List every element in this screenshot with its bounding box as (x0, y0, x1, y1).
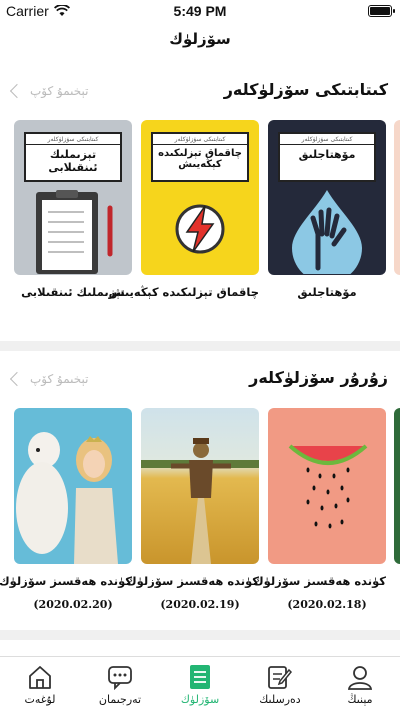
section-divider (0, 341, 400, 351)
battery-icon (368, 5, 395, 17)
pencil-paper-icon (268, 666, 293, 689)
tab-label: دەرسلىك (259, 693, 301, 706)
section-divider (0, 630, 400, 640)
card-title: كۈندە ھەقسىز سۆزلۈك (0, 574, 132, 588)
book-cover: كىتابتىكى سۆزلۈكلەر تېزىملىك ئىنقىلابى (14, 120, 132, 275)
home-icon (29, 666, 51, 689)
book-title: مۆھتاجلىق (297, 285, 357, 299)
tab-lessons[interactable]: دەرسلىك (240, 663, 320, 706)
card-date: (2020.02.20) (33, 598, 113, 611)
chevron-left-icon (9, 83, 25, 99)
tab-bar: مېنىڭ دەرسلىك سۆزلۈك تەرجىمان لۇغەت (0, 656, 400, 710)
tab-label: مېنىڭ (347, 693, 373, 706)
section-title: كىتابتىكى سۆزلۈكلەر (223, 80, 388, 99)
clipboard-checklist-illustration (36, 190, 113, 274)
tab-translator[interactable]: تەرجىمان (80, 663, 160, 706)
tab-vocabulary[interactable]: سۆزلۈك (160, 663, 240, 706)
book-card[interactable]: كىتابتىكى سۆزلۈكلەر چاقماق تېزلىكىدە كېڭ… (108, 120, 259, 299)
book-card[interactable]: كىتابتىكى سۆزلۈكلەر تېزىملىك ئىنقىلابى ت… (14, 120, 132, 299)
cover-header: كىتابتىكى سۆزلۈكلەر مۆھتاجلىق (278, 132, 376, 182)
card-title: كۈندە ھەقسىز سۆزلۈك (253, 574, 386, 588)
tab-label: تەرجىمان (98, 693, 142, 706)
chat-bubble-icon (108, 666, 132, 690)
cover-header: كىتابتىكى سۆزلۈكلەر تېزىملىك ئىنقىلابى (24, 132, 122, 182)
person-icon (347, 666, 373, 690)
book-cover: كىتابتىكى سۆزلۈكلەر چاقماق تېزلىكىدە كېڭ… (141, 120, 259, 275)
daily-vocab-card[interactable]: كۈندە ھەقسىز سۆزلۈك (2020.02.18) (253, 408, 386, 611)
daily-vocab-card[interactable]: كۈندە ھەقسىز سۆزلۈك (2020.02.19) (126, 408, 259, 611)
status-bar: Carrier 5:49 PM (0, 0, 400, 22)
more-link[interactable]: تېخىمۇ كۆپ (9, 371, 89, 387)
book-title: تېزىملىك ئىنقىلابى (21, 285, 125, 299)
card-date: (2020.02.19) (160, 598, 240, 611)
tab-label: سۆزلۈك (180, 693, 220, 706)
more-label: تېخىمۇ كۆپ (30, 84, 89, 98)
cover-header: كىتابتىكى سۆزلۈكلەر چاقماق تېزلىكىدە كېڭ… (151, 132, 249, 182)
chevron-left-icon (9, 371, 25, 387)
watermelon-photo (268, 408, 386, 564)
tab-mine[interactable]: مېنىڭ (320, 663, 400, 706)
book-cover-partial[interactable] (394, 120, 400, 275)
tab-label: لۇغەت (24, 693, 56, 706)
photo-partial[interactable] (394, 408, 400, 564)
girl-poodle-photo (14, 408, 132, 564)
more-link[interactable]: تېخىمۇ كۆپ (9, 83, 89, 99)
page-title: سۆزلۈك (169, 30, 231, 48)
water-drop-hand-illustration (292, 190, 362, 274)
tab-dictionary[interactable]: لۇغەت (0, 663, 80, 706)
book-cover: كىتابتىكى سۆزلۈكلەر مۆھتاجلىق (268, 120, 386, 275)
scarecrow-photo (141, 408, 259, 564)
card-title: كۈندە ھەقسىز سۆزلۈك (126, 574, 259, 588)
lightning-icon (175, 204, 225, 254)
section-title: زۇرۇر سۆزلۈكلەر (249, 368, 388, 387)
essential-vocab-section: زۇرۇر سۆزلۈكلەر تېخىمۇ كۆپ كۈندە ھەقسىز … (0, 366, 400, 611)
daily-vocab-card[interactable]: كۈندە ھەقسىز سۆزلۈك (2020.02.20) (0, 408, 132, 611)
book-vocab-section: كىتابتىكى سۆزلۈكلەر تېخىمۇ كۆپ كىتابتىكى… (0, 78, 400, 299)
status-time: 5:49 PM (173, 3, 227, 19)
card-date: (2020.02.18) (287, 598, 367, 611)
book-title: چاقماق تېزلىكىدە كېڭەيىش (108, 285, 259, 299)
book-card[interactable]: كىتابتىكى سۆزلۈكلەر مۆھتاجلىق مۆھتاجلىق (268, 120, 386, 299)
vocabulary-list-icon (190, 665, 210, 689)
more-label: تېخىمۇ كۆپ (30, 372, 89, 386)
